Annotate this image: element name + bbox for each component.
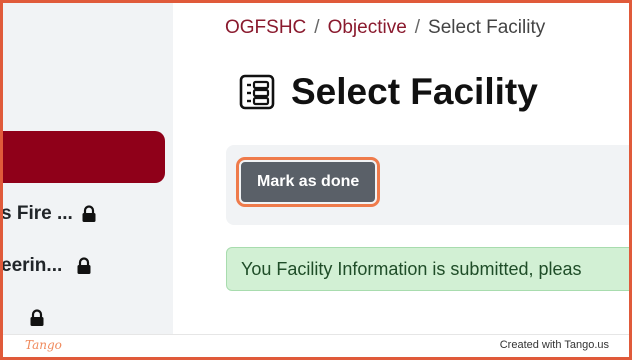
- sidebar: s Fire ... eerin...: [3, 3, 173, 338]
- alert-message: You Facility Information is submitted, p…: [241, 259, 582, 279]
- screenshot-frame: s Fire ... eerin... OGFSHC / Objective / Sel…: [0, 0, 632, 360]
- sidebar-item-active[interactable]: [3, 131, 165, 183]
- lock-icon: [30, 309, 44, 326]
- breadcrumb-link-objective[interactable]: Objective: [328, 17, 407, 38]
- breadcrumb-separator: /: [314, 17, 320, 38]
- checklist-icon: [239, 74, 275, 110]
- page-title: Select Facility: [291, 71, 538, 112]
- tango-credit: Created with Tango.us: [499, 339, 609, 351]
- breadcrumb-link-ogfshc[interactable]: OGFSHC: [225, 17, 306, 38]
- sidebar-item-fire[interactable]: s Fire ...: [1, 200, 97, 228]
- lock-icon: [82, 205, 96, 222]
- breadcrumb: OGFSHC / Objective / Select Facility: [225, 17, 545, 39]
- page-header: Select Facility: [239, 71, 538, 113]
- sidebar-item-label: eerin...: [1, 255, 63, 276]
- breadcrumb-separator: /: [414, 17, 421, 38]
- success-alert: You Facility Information is submitted, p…: [226, 247, 629, 291]
- action-card: Mark as done: [226, 145, 629, 225]
- sidebar-item-label: s Fire ...: [1, 203, 73, 224]
- breadcrumb-current: Select Facility: [428, 17, 546, 38]
- lock-icon: [77, 257, 91, 274]
- sidebar-item-locked[interactable]: [21, 304, 45, 332]
- sidebar-item-engineering[interactable]: eerin...: [1, 252, 92, 280]
- main-content: OGFSHC / Objective / Select Facility Select …: [173, 3, 629, 338]
- tango-footer: Tango Created with Tango.us: [3, 334, 629, 357]
- mark-as-done-button[interactable]: Mark as done: [235, 157, 381, 207]
- tango-logo: Tango: [25, 338, 62, 352]
